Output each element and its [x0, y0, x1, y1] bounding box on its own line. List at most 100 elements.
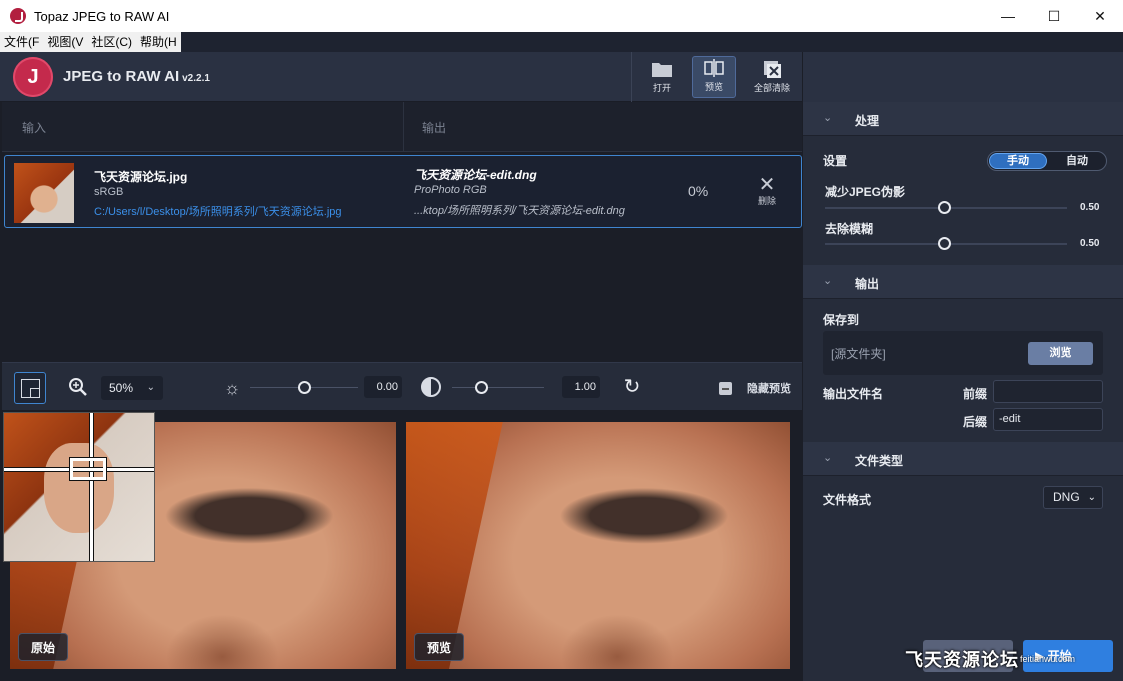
- chevron-down-icon: ⌄: [823, 112, 833, 124]
- preview-label: 预览: [414, 633, 465, 661]
- folder-icon: [652, 63, 672, 77]
- app-logo: J: [13, 57, 53, 97]
- menu-file[interactable]: 文件(F: [0, 32, 43, 52]
- minimize-button[interactable]: —: [985, 0, 1031, 32]
- preview-toolbar: 50% ⌄ ☼ 0.00 1.00 ↻ 隐藏预览: [2, 362, 802, 410]
- app-version: v2.2.1: [182, 73, 210, 84]
- input-color-profile: sRGB: [94, 186, 124, 198]
- watermark-url: feitianwu.com: [1020, 654, 1076, 664]
- maximize-button[interactable]: ☐: [1031, 0, 1077, 32]
- deblur-label: 去除模糊: [825, 222, 874, 236]
- mode-toggle[interactable]: 手动 自动: [987, 151, 1107, 171]
- clear-all-button[interactable]: 全部清除: [750, 56, 794, 98]
- original-label: 原始: [18, 633, 69, 661]
- menu-bar: 文件(F 视图(V 社区(C) 帮助(H: [0, 32, 1123, 52]
- file-row[interactable]: 飞天资源论坛.jpg sRGB C:/Users/l/Desktop/场所照明系…: [4, 155, 802, 228]
- file-format-value: DNG: [1053, 490, 1080, 504]
- contrast-value[interactable]: 1.00: [562, 376, 600, 398]
- prefix-label: 前缀: [963, 387, 988, 401]
- save-path: [源文件夹]: [831, 347, 886, 361]
- chevron-down-icon: ⌄: [146, 382, 155, 393]
- deblur-value: 0.50: [1080, 238, 1100, 249]
- settings-label: 设置: [823, 154, 848, 168]
- app-header: J JPEG to RAW AI v2.2.1 打开 预览 全部清除: [0, 52, 802, 102]
- contrast-slider[interactable]: [452, 387, 544, 388]
- browse-button[interactable]: 浏览: [1028, 342, 1093, 365]
- output-filename-label: 输出文件名: [823, 387, 884, 401]
- suffix-input[interactable]: -edit: [993, 408, 1103, 431]
- hide-preview-checkbox[interactable]: [719, 381, 732, 395]
- navigator-viewport-box[interactable]: [69, 457, 107, 481]
- file-format-select[interactable]: DNG ⌄: [1043, 486, 1103, 509]
- menu-strip: 文件(F 视图(V 社区(C) 帮助(H: [0, 32, 181, 52]
- clear-all-label: 全部清除: [753, 83, 790, 93]
- manual-option[interactable]: 手动: [989, 153, 1047, 169]
- window-controls: — ☐ ✕: [985, 0, 1123, 32]
- menu-view[interactable]: 视图(V: [43, 32, 87, 52]
- zoom-value: 50%: [109, 381, 134, 395]
- settings-panel: ⌄ 处理 设置 手动 自动 减少JPEG伪影 0.50 去除模糊 0.50 ⌄ …: [803, 102, 1123, 681]
- toolbar-divider: [631, 52, 632, 102]
- auto-option[interactable]: 自动: [1048, 153, 1106, 169]
- input-file-path[interactable]: C:/Users/l/Desktop/场所照明系列/飞天资源论坛.jpg: [94, 203, 342, 219]
- open-button[interactable]: 打开: [640, 56, 684, 98]
- contrast-slider-handle[interactable]: [475, 381, 488, 394]
- output-title: 输出: [855, 277, 880, 291]
- save-location-box: [源文件夹] 浏览: [823, 331, 1103, 375]
- window-title: Topaz JPEG to RAW AI: [34, 8, 170, 24]
- preview-button[interactable]: 预览: [692, 56, 736, 98]
- processing-section-header[interactable]: ⌄ 处理: [803, 102, 1123, 136]
- output-column-label: 输出: [422, 121, 447, 135]
- zoom-icon: [69, 378, 87, 396]
- file-list-empty-area: [2, 230, 802, 362]
- title-bar: Topaz JPEG to RAW AI — ☐ ✕: [0, 0, 1123, 32]
- file-thumbnail: [14, 163, 74, 223]
- zoom-select[interactable]: 50% ⌄: [101, 376, 163, 400]
- deblur-slider-handle[interactable]: [938, 237, 951, 250]
- open-label: 打开: [652, 83, 671, 93]
- chevron-down-icon: ⌄: [823, 452, 833, 464]
- hair-region: [406, 422, 503, 669]
- right-header: [803, 52, 1123, 102]
- output-section-header[interactable]: ⌄ 输出: [803, 265, 1123, 299]
- jpeg-artifact-slider-handle[interactable]: [938, 201, 951, 214]
- navigator-thumbnail[interactable]: [3, 412, 155, 562]
- brightness-slider-handle[interactable]: [297, 381, 311, 394]
- contrast-icon: [421, 377, 441, 397]
- navigator-toggle-button[interactable]: [14, 372, 46, 404]
- io-divider: [403, 102, 404, 152]
- app-name: JPEG to RAW AI v2.2.1: [63, 68, 210, 85]
- jpeg-artifact-label: 减少JPEG伪影: [825, 185, 906, 199]
- input-file-name: 飞天资源论坛.jpg: [94, 170, 188, 184]
- output-file-path: ...ktop/场所照明系列/飞天资源论坛-edit.dng: [414, 205, 625, 217]
- reset-icon[interactable]: ↻: [621, 376, 643, 398]
- prefix-input[interactable]: [993, 380, 1103, 403]
- hide-preview-toggle[interactable]: 隐藏预览: [719, 380, 791, 396]
- close-button[interactable]: ✕: [1077, 0, 1123, 32]
- menu-help[interactable]: 帮助(H: [136, 32, 181, 52]
- io-header: 输入 输出: [2, 102, 802, 152]
- output-file-name: 飞天资源论坛-edit.dng: [414, 168, 537, 182]
- filetype-section-header[interactable]: ⌄ 文件类型: [803, 442, 1123, 476]
- navigator-face: [44, 443, 114, 533]
- processing-title: 处理: [855, 114, 880, 128]
- jpeg-artifact-value: 0.50: [1080, 202, 1100, 213]
- preview-image-pane[interactable]: 预览: [406, 422, 790, 669]
- delete-button[interactable]: ✕ 删除: [753, 175, 781, 207]
- menu-community[interactable]: 社区(C): [87, 32, 136, 52]
- chevron-down-icon: ⌄: [1087, 492, 1096, 503]
- app-name-text: JPEG to RAW AI: [63, 68, 180, 85]
- filetype-title: 文件类型: [855, 454, 904, 468]
- input-column-label: 输入: [22, 121, 47, 135]
- brightness-icon: ☼: [223, 378, 241, 398]
- delete-label: 删除: [757, 196, 776, 206]
- watermark: 飞天资源论坛: [905, 650, 1019, 670]
- preview-label: 预览: [704, 82, 723, 92]
- output-color-profile: ProPhoto RGB: [414, 184, 487, 196]
- brightness-value[interactable]: 0.00: [364, 376, 402, 398]
- hide-preview-label: 隐藏预览: [747, 383, 791, 395]
- clear-all-icon: [764, 61, 781, 78]
- save-to-label: 保存到: [823, 313, 860, 327]
- chevron-down-icon: ⌄: [823, 275, 833, 287]
- progress-percent: 0%: [688, 183, 709, 199]
